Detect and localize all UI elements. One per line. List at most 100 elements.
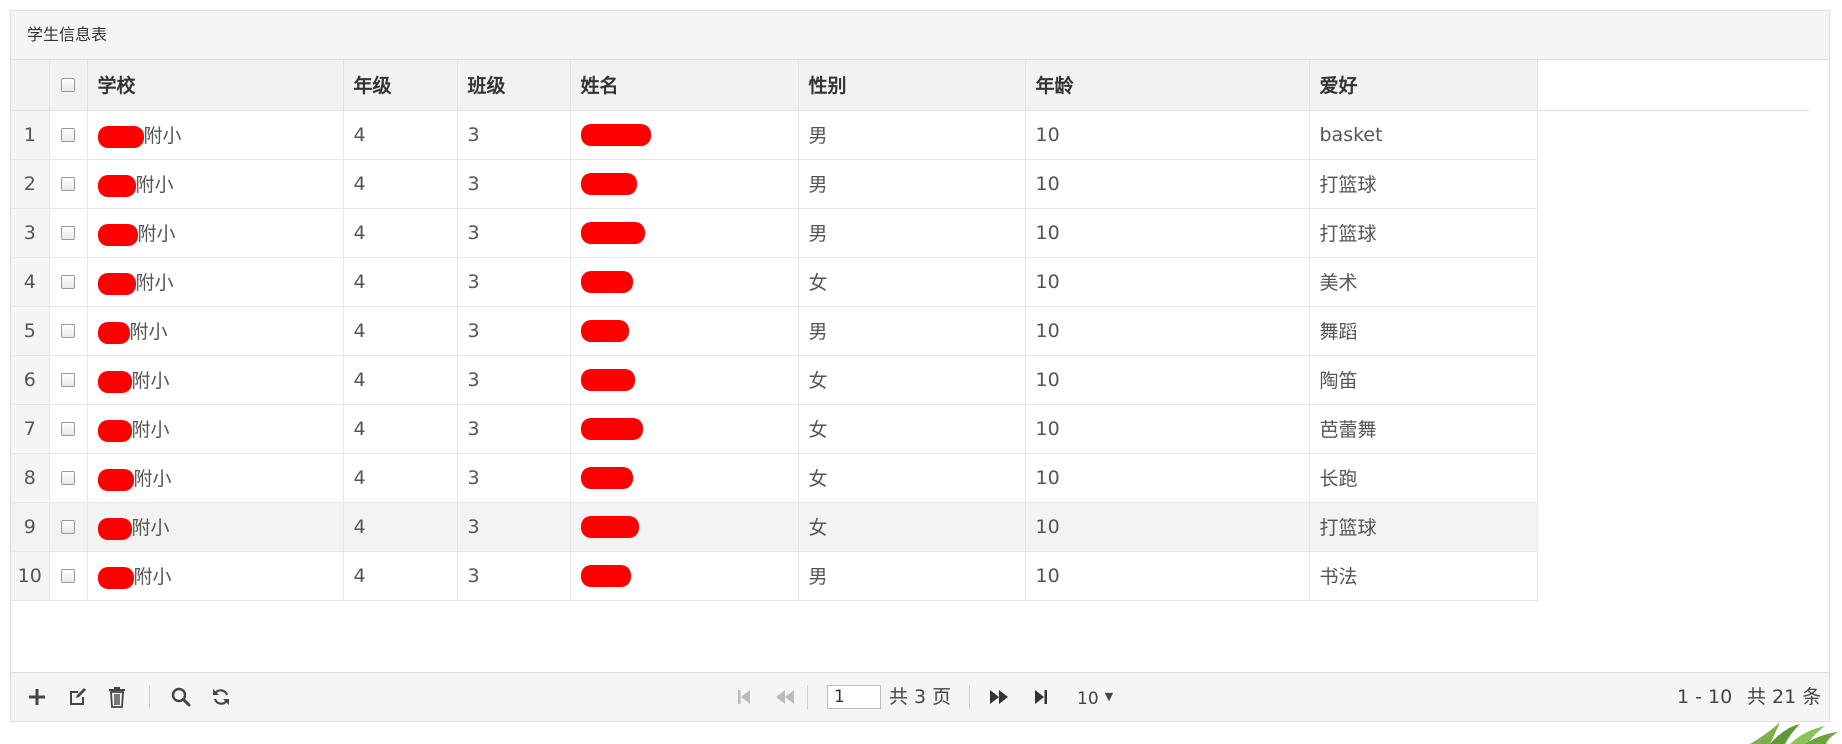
table-row[interactable]: 9 附小 4 3 女 10 打篮球 — [11, 502, 1809, 552]
cell-hobby: 长跑 — [1309, 453, 1538, 503]
table-row[interactable]: 8 附小 4 3 女 10 长跑 — [11, 453, 1809, 503]
cell-name — [570, 208, 799, 258]
add-button[interactable] — [25, 685, 49, 709]
row-checkbox[interactable] — [61, 324, 75, 338]
header-age[interactable]: 年龄 — [1025, 60, 1310, 111]
name-redaction — [580, 270, 633, 293]
select-all-checkbox[interactable] — [61, 78, 75, 93]
row-select-cell[interactable] — [49, 159, 88, 209]
table-row[interactable]: 5 附小 4 3 男 10 舞蹈 — [11, 306, 1809, 356]
row-select-cell[interactable] — [49, 551, 88, 601]
cell-class: 3 — [457, 502, 571, 552]
school-redaction — [97, 272, 136, 295]
header-name[interactable]: 姓名 — [570, 60, 799, 111]
cell-filler — [1537, 453, 1809, 502]
table-row[interactable]: 7 附小 4 3 女 10 芭蕾舞 — [11, 404, 1809, 454]
row-select-cell[interactable] — [49, 257, 88, 307]
last-page-icon — [1035, 690, 1047, 704]
cell-hobby: basket — [1309, 110, 1538, 160]
page-number-input[interactable]: 1 — [827, 685, 881, 709]
school-redaction — [97, 125, 144, 148]
cell-hobby: 芭蕾舞 — [1309, 404, 1538, 454]
header-select-all[interactable] — [49, 60, 88, 111]
next-page-button[interactable] — [987, 685, 1011, 709]
header-school[interactable]: 学校 — [87, 60, 344, 111]
add-icon — [29, 689, 45, 705]
cell-filler — [1537, 404, 1809, 453]
row-checkbox[interactable] — [61, 520, 75, 534]
name-redaction — [580, 123, 651, 146]
row-select-cell[interactable] — [49, 208, 88, 258]
row-number: 8 — [11, 453, 50, 503]
edit-icon — [70, 688, 86, 705]
table-row[interactable]: 10 附小 4 3 男 10 书法 — [11, 551, 1809, 601]
table-row[interactable]: 2 附小 4 3 男 10 打篮球 — [11, 159, 1809, 209]
cell-name — [570, 159, 799, 209]
row-number: 7 — [11, 404, 50, 454]
delete-button[interactable] — [105, 685, 129, 709]
cell-age: 10 — [1025, 502, 1310, 552]
header-filler — [1537, 60, 1809, 111]
cell-grade: 4 — [343, 110, 458, 160]
cell-filler — [1537, 159, 1809, 208]
row-select-cell[interactable] — [49, 355, 88, 405]
last-page-button[interactable] — [1029, 685, 1053, 709]
cell-school: 附小 — [87, 355, 344, 405]
page-size-value: 10 — [1077, 689, 1099, 709]
search-button[interactable] — [169, 685, 193, 709]
cell-name — [570, 110, 799, 160]
cell-age: 10 — [1025, 159, 1310, 209]
row-select-cell[interactable] — [49, 404, 88, 454]
header-class[interactable]: 班级 — [457, 60, 571, 111]
row-checkbox[interactable] — [61, 569, 75, 583]
row-number: 5 — [11, 306, 50, 356]
row-checkbox[interactable] — [61, 471, 75, 485]
row-number: 3 — [11, 208, 50, 258]
row-select-cell[interactable] — [49, 453, 88, 503]
prev-page-button[interactable] — [773, 685, 797, 709]
header-row: 学校 年级 班级 姓名 性别 年龄 爱好 — [11, 60, 1809, 111]
total-pages-label: 共 3 页 — [889, 686, 952, 708]
row-checkbox[interactable] — [61, 275, 75, 289]
cell-name — [570, 551, 799, 601]
header-grade[interactable]: 年级 — [343, 60, 458, 111]
table-row[interactable]: 4 附小 4 3 女 10 美术 — [11, 257, 1809, 307]
cell-filler — [1537, 502, 1809, 551]
cell-hobby: 陶笛 — [1309, 355, 1538, 405]
edit-button[interactable] — [65, 685, 89, 709]
dropdown-caret-icon: ▼ — [1104, 690, 1114, 703]
page-size-select[interactable]: 10 ▼ — [1077, 673, 1113, 723]
table-row[interactable]: 3 附小 4 3 男 10 打篮球 — [11, 208, 1809, 258]
grass-decoration-icon — [1750, 722, 1838, 744]
cell-grade: 4 — [343, 453, 458, 503]
cell-age: 10 — [1025, 306, 1310, 356]
row-checkbox[interactable] — [61, 128, 75, 142]
row-checkbox[interactable] — [61, 373, 75, 387]
cell-class: 3 — [457, 453, 571, 503]
table-row[interactable]: 6 附小 4 3 女 10 陶笛 — [11, 355, 1809, 405]
cell-filler — [1537, 110, 1809, 159]
cell-age: 10 — [1025, 208, 1310, 258]
school-text: 附小 — [143, 125, 182, 147]
row-checkbox[interactable] — [61, 422, 75, 436]
row-select-cell[interactable] — [49, 110, 88, 160]
school-text: 附小 — [135, 174, 174, 196]
search-icon — [171, 687, 191, 707]
table-row[interactable]: 1 附小 4 3 男 10 basket — [11, 110, 1809, 160]
row-select-cell[interactable] — [49, 502, 88, 552]
pager-divider-left — [807, 685, 808, 709]
first-page-button[interactable] — [732, 685, 756, 709]
refresh-button[interactable] — [209, 685, 233, 709]
cell-hobby: 打篮球 — [1309, 502, 1538, 552]
header-hobby[interactable]: 爱好 — [1309, 60, 1538, 111]
cell-gender: 男 — [798, 208, 1026, 258]
row-select-cell[interactable] — [49, 306, 88, 356]
header-gender[interactable]: 性别 — [798, 60, 1026, 111]
cell-name — [570, 257, 799, 307]
cell-grade: 4 — [343, 306, 458, 356]
row-checkbox[interactable] — [61, 226, 75, 240]
school-redaction — [97, 223, 138, 246]
cell-grade: 4 — [343, 551, 458, 601]
cell-gender: 男 — [798, 110, 1026, 160]
row-checkbox[interactable] — [61, 177, 75, 191]
